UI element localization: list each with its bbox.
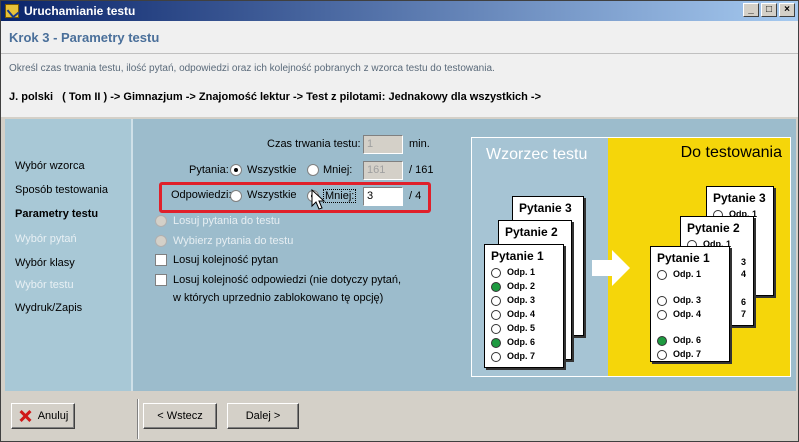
testing-card-q1: Pytanie 1 Odp. 1 Odp. 3 Odp. 4 Odp. 6 Od… (650, 246, 730, 362)
sidebar-item-class-selection[interactable]: Wybór klasy (15, 257, 75, 269)
answer-row: Odp. 1 (657, 269, 701, 280)
close-icon[interactable]: × (779, 3, 795, 17)
duration-input[interactable]: 1 (363, 135, 403, 154)
card-title: Pytanie 1 (657, 251, 710, 265)
step-title: Krok 3 - Parametry testu (9, 30, 160, 45)
card-title: Pytanie 3 (519, 201, 572, 215)
sidebar-item-test-parameters[interactable]: Parametry testu (15, 208, 98, 220)
card-title: Pytanie 3 (713, 191, 766, 205)
answer-number: 3 (741, 257, 747, 267)
questions-total: / 161 (409, 164, 434, 176)
cancel-button[interactable]: Anuluj (11, 403, 75, 429)
sidebar-item-test-mode[interactable]: Sposób testowania (15, 184, 108, 196)
step-description: Określ czas trwania testu, ilość pytań, … (9, 63, 495, 74)
random-questions-label: Losuj pytania do testu (173, 215, 281, 227)
answer-number: 7 (741, 309, 747, 319)
answer-row: Odp. 5 (491, 323, 535, 334)
questions-less-radio[interactable] (307, 164, 319, 176)
back-label: < Wstecz (157, 410, 203, 422)
cancel-label: Anuluj (37, 410, 69, 422)
highlight-frame (159, 182, 431, 213)
cancel-icon (18, 409, 32, 423)
answer-row: Odp. 6 (657, 335, 701, 346)
for-testing-title: Do testowania (680, 144, 782, 161)
answer-row: Odp. 2 (491, 281, 535, 292)
sidebar-item-test-selection: Wybór testu (15, 279, 74, 291)
maximize-icon[interactable]: □ (761, 3, 777, 17)
next-label: Dalej > (245, 410, 281, 422)
breadcrumb: J. polski ( Tom II ) -> Gimnazjum -> Zna… (9, 91, 541, 103)
answer-number: 6 (741, 297, 747, 307)
answer-row: Odp. 7 (491, 351, 535, 362)
answer-row: Odp. 3 (491, 295, 535, 306)
questions-count-input[interactable]: 161 (363, 161, 403, 180)
questions-all-radio[interactable] (230, 164, 242, 176)
questions-all-label[interactable]: Wszystkie (247, 164, 297, 176)
answer-row: Odp. 6 (491, 337, 535, 348)
duration-unit: min. (409, 138, 430, 150)
button-bar: Anuluj < Wstecz Dalej > (1, 393, 798, 441)
duration-label: Czas trwania testu: (267, 138, 361, 150)
template-card-q1: Pytanie 1 Odp. 1 Odp. 2 Odp. 3 Odp. 4 Od… (484, 244, 564, 368)
shuffle-answers-checkbox[interactable] (155, 274, 167, 286)
sidebar-item-question-selection: Wybór pytań (15, 233, 77, 245)
wizard-steps-sidebar: Wybór wzorca Sposób testowania Parametry… (5, 119, 133, 391)
mouse-cursor-icon (311, 189, 326, 210)
answer-row: Odp. 3 (657, 295, 701, 306)
random-questions-radio (155, 215, 167, 227)
window-title: Uruchamianie testu (24, 4, 136, 18)
card-title: Pytanie 2 (505, 225, 558, 239)
choose-questions-label: Wybierz pytania do testu (173, 235, 294, 247)
app-icon (5, 4, 19, 18)
sidebar-item-print-save[interactable]: Wydruk/Zapis (15, 302, 82, 314)
button-divider (137, 399, 139, 439)
for-testing-panel: Do testowania Pytanie 3 Odp. 1 Pytanie 2… (608, 138, 790, 376)
header-divider (1, 53, 798, 54)
questions-label: Pytania: (189, 164, 229, 176)
wizard-window: Uruchamianie testu _ □ × Krok 3 - Parame… (0, 0, 799, 442)
choose-questions-radio (155, 235, 167, 247)
shuffle-answers-label-cont: w których uprzednio zablokowano tę opcję… (173, 292, 384, 304)
template-title: Wzorzec testu (486, 146, 588, 163)
minimize-icon[interactable]: _ (743, 3, 759, 17)
next-button[interactable]: Dalej > (227, 403, 299, 429)
answer-row: Odp. 4 (491, 309, 535, 320)
wizard-header: Krok 3 - Parametry testu Określ czas trw… (1, 21, 798, 117)
main-panel: Wybór wzorca Sposób testowania Parametry… (5, 119, 796, 391)
answer-row: Odp. 4 (657, 309, 701, 320)
answer-row: Odp. 1 (491, 267, 535, 278)
sidebar-item-template[interactable]: Wybór wzorca (15, 160, 85, 172)
shuffle-answers-label[interactable]: Losuj kolejność odpowiedzi (nie dotyczy … (173, 274, 401, 286)
answer-row: Odp. 7 (657, 349, 701, 360)
test-illustration: Wzorzec testu Pytanie 3 Pytanie 2 Pytani… (471, 137, 791, 377)
questions-less-label[interactable]: Mniej: (323, 164, 352, 176)
card-title: Pytanie 1 (491, 249, 544, 263)
shuffle-questions-label[interactable]: Losuj kolejność pytan (173, 254, 278, 266)
template-panel: Wzorzec testu Pytanie 3 Pytanie 2 Pytani… (472, 138, 608, 376)
arrow-right-icon (592, 250, 630, 286)
answer-number: 4 (741, 269, 747, 279)
shuffle-questions-checkbox[interactable] (155, 254, 167, 266)
window-controls: _ □ × (743, 3, 795, 17)
title-bar[interactable]: Uruchamianie testu _ □ × (1, 1, 798, 21)
back-button[interactable]: < Wstecz (143, 403, 217, 429)
card-title: Pytanie 2 (687, 221, 740, 235)
